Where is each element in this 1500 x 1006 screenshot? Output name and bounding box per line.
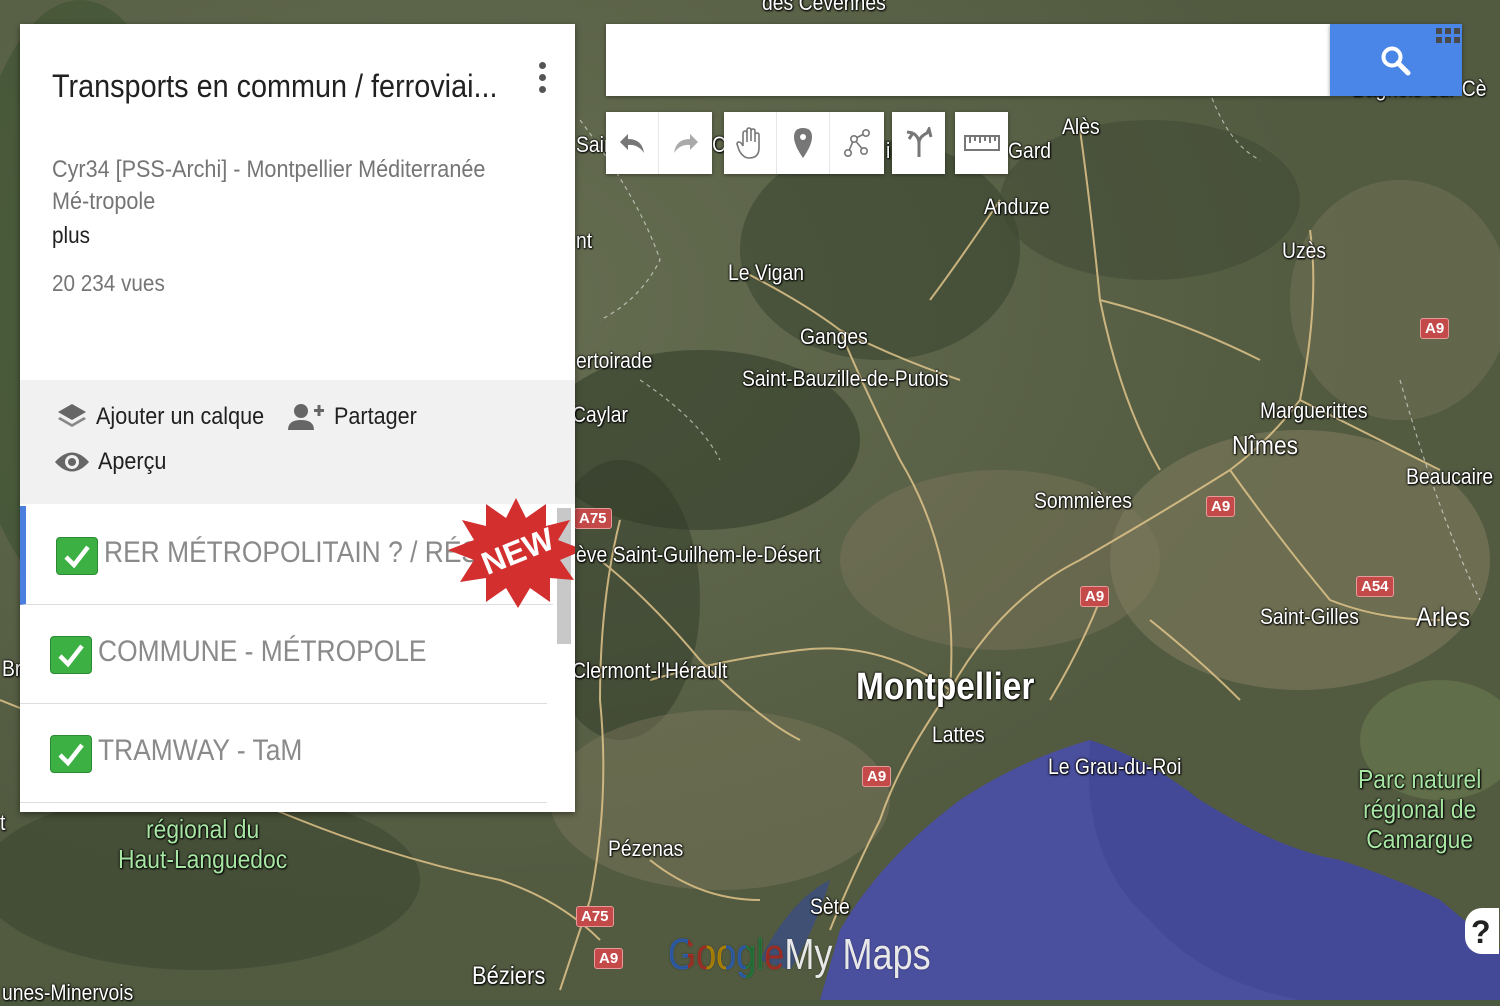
marker-icon <box>794 128 812 158</box>
map-label-sertoirade: ertoirade <box>576 348 653 373</box>
search-icon <box>1381 46 1411 76</box>
map-label-sommieres: Sommières <box>1034 488 1132 513</box>
apps-grid-icon[interactable] <box>1436 28 1466 52</box>
map-info-panel: Transports en commun / ferroviai... Cyr3… <box>20 24 575 812</box>
draw-line-button[interactable] <box>830 112 883 174</box>
map-label-nt: nt <box>576 228 593 253</box>
drawing-toolbar <box>724 112 884 174</box>
layer-label: TRAMWAY - TaM <box>98 734 303 767</box>
new-badge: NEW <box>446 496 575 608</box>
add-layer-button[interactable]: Ajouter un calque <box>56 402 283 432</box>
hand-icon <box>736 127 760 159</box>
directions-toolbar <box>892 112 945 174</box>
map-label-saint-bauzille: Saint-Bauzille-de-Putois <box>742 366 949 391</box>
map-label-pezenas: Pézenas <box>608 836 684 861</box>
view-count: 20 234 vues <box>52 270 165 296</box>
directions-icon <box>906 127 932 157</box>
pan-button[interactable] <box>724 112 777 174</box>
road-shield: A9 <box>862 766 892 787</box>
checkbox-checked-icon[interactable] <box>56 537 98 575</box>
map-label-ales: Alès <box>1062 114 1100 139</box>
map-label-haut-languedoc-text: régional du Haut-Languedoc <box>118 814 288 874</box>
share-label: Partager <box>334 403 417 430</box>
map-label-saint-guilhem: ève Saint-Guilhem-le-Désert <box>576 542 821 567</box>
map-label-clermont: Clermont-l'Hérault <box>572 658 728 683</box>
map-label-caylar: Caylar <box>572 402 628 427</box>
draw-line-icon <box>843 128 870 157</box>
map-label-montpellier: Montpellier <box>856 666 1035 708</box>
help-button[interactable]: ? <box>1465 908 1499 954</box>
layer-item[interactable]: COMMUNE - MÉTROPOLE <box>20 605 547 704</box>
ruler-icon <box>963 135 1000 151</box>
map-label-i: i <box>886 138 891 163</box>
redo-icon <box>673 134 698 153</box>
preview-button[interactable]: Aperçu <box>54 448 174 476</box>
map-title[interactable]: Transports en commun / ferroviai... <box>52 68 497 105</box>
map-label-sete: Sète <box>810 894 850 919</box>
redo-button[interactable] <box>659 112 712 174</box>
map-label-le-vigan: Le Vigan <box>728 260 805 285</box>
add-layer-label: Ajouter un calque <box>96 403 265 430</box>
map-label-marguerittes: Marguerittes <box>1260 398 1368 423</box>
road-shield: A75 <box>576 906 614 927</box>
more-options-icon[interactable] <box>532 62 552 102</box>
layers-icon <box>58 404 86 427</box>
layer-label: COMMUNE - MÉTROPOLE <box>98 635 427 668</box>
add-marker-button[interactable] <box>777 112 830 174</box>
measure-toolbar <box>955 112 1008 174</box>
map-author: Cyr34 [PSS-Archi] - Montpellier Méditerr… <box>52 156 486 215</box>
road-shield: A54 <box>1356 576 1394 597</box>
my-maps-logo-text: My Maps <box>784 930 931 979</box>
map-label-ganges: Ganges <box>800 324 868 349</box>
eye-icon <box>55 452 89 472</box>
map-label-arles: Arles <box>1416 602 1471 632</box>
map-label-beaucaire: Beaucaire <box>1406 464 1494 489</box>
map-label-nimes: Nîmes <box>1232 430 1299 460</box>
undo-icon <box>620 134 644 153</box>
google-logo-text: Google <box>668 930 785 979</box>
google-my-maps-logo: GoogleMy Maps <box>668 930 931 980</box>
preview-label: Aperçu <box>98 448 167 475</box>
map-label-lattes: Lattes <box>932 722 985 747</box>
map-label-t: t <box>0 810 6 835</box>
road-shield: A9 <box>1420 318 1450 339</box>
more-link[interactable]: plus <box>52 222 90 249</box>
map-label-camargue: Parc naturel régional de Camargue <box>1358 764 1481 854</box>
add-person-icon <box>288 404 324 430</box>
directions-button[interactable] <box>892 112 945 174</box>
road-shield: A9 <box>1206 496 1236 517</box>
map-label-grau-du-roi: Le Grau-du-Roi <box>1048 754 1182 779</box>
checkbox-checked-icon[interactable] <box>50 735 92 773</box>
road-shield: A75 <box>574 508 612 529</box>
map-label-anduze: Anduze <box>984 194 1050 219</box>
panel-actions: Ajouter un calque Partager Aperçu <box>20 380 575 504</box>
checkbox-checked-icon[interactable] <box>50 636 92 674</box>
layer-item[interactable]: TRAMWAY - TaM <box>20 704 547 803</box>
map-label-gard: Gard <box>1008 138 1052 163</box>
map-label-br: Br <box>2 656 22 681</box>
road-shield: A9 <box>594 948 624 969</box>
share-button[interactable]: Partager <box>288 402 426 432</box>
measure-button[interactable] <box>955 112 1008 174</box>
history-toolbar <box>606 112 712 174</box>
map-label-minervois: unes-Minervois <box>2 980 134 1005</box>
map-label-beziers: Béziers <box>472 962 546 990</box>
map-label-cevennes: des Cévennes <box>762 0 886 15</box>
map-label-camargue-text: Parc naturel régional de Camargue <box>1358 764 1482 854</box>
undo-button[interactable] <box>606 112 659 174</box>
help-icon: ? <box>1471 914 1491 950</box>
map-label-saint-gilles: Saint-Gilles <box>1260 604 1359 629</box>
map-label-haut-languedoc: régional du Haut-Languedoc <box>118 814 287 874</box>
road-shield: A9 <box>1080 586 1110 607</box>
map-label-uzes: Uzès <box>1282 238 1327 263</box>
search-input[interactable] <box>606 24 1330 96</box>
